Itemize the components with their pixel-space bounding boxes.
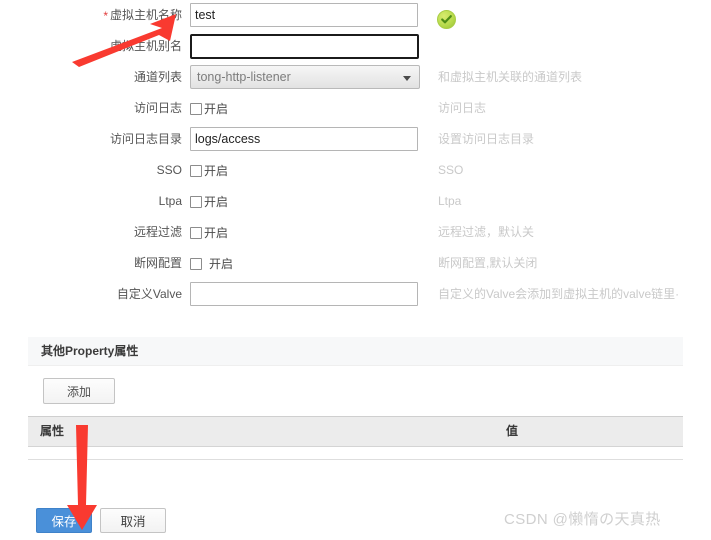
label-custom-valve: 自定义Valve	[116, 287, 182, 301]
form-row-sso: SSO 开启 SSO	[0, 155, 711, 186]
hint-remote-filter: 远程过滤，默认关	[438, 225, 535, 239]
form-row-access-log: 访问日志 开启 访问日志	[0, 93, 711, 124]
remote-filter-checkbox-label: 开启	[204, 226, 229, 240]
access-log-checkbox-wrap[interactable]: 开启	[190, 93, 228, 124]
label-host-alias: 虚拟主机别名	[109, 39, 182, 53]
access-log-checkbox[interactable]	[190, 102, 202, 115]
hint-ltpa: Ltpa	[438, 194, 462, 208]
form-row-access-log-dir: 访问日志目录 设置访问日志目录	[0, 124, 711, 155]
field-access-log-dir	[190, 124, 418, 155]
hint-listener-list: 和虚拟主机关联的通道列表	[438, 70, 583, 84]
label-remote-filter: 远程过滤	[133, 225, 182, 239]
hint-offline-config: 断网配置,默认关闭	[438, 256, 538, 270]
listener-list-select[interactable]: tong-http-listener	[190, 65, 420, 89]
offline-config-checkbox[interactable]	[190, 257, 202, 270]
form-row-offline-config: 断网配置 开启 断网配置,默认关闭	[0, 248, 711, 279]
required-marker-icon: *	[103, 9, 108, 23]
form-row-host-alias: 虚拟主机别名	[0, 31, 711, 62]
ltpa-checkbox-label: 开启	[204, 195, 229, 209]
label-access-log-dir: 访问日志目录	[109, 132, 182, 146]
hint-access-log-dir: 设置访问日志目录	[438, 132, 535, 146]
watermark-text: CSDN @懒惰の天真热	[504, 511, 661, 528]
property-table-header: 属性 值	[28, 416, 683, 447]
remote-filter-checkbox[interactable]	[190, 226, 202, 239]
ltpa-checkbox[interactable]	[190, 195, 202, 208]
field-remote-filter: 开启	[190, 217, 228, 248]
label-host-name: * 虚拟主机名称	[103, 8, 182, 23]
field-access-log: 开启	[190, 93, 228, 124]
form-row-remote-filter: 远程过滤 开启 远程过滤，默认关	[0, 217, 711, 248]
sso-checkbox[interactable]	[190, 164, 202, 177]
field-listener-list: tong-http-listener	[190, 62, 420, 93]
listener-list-selected-value: tong-http-listener	[197, 70, 291, 84]
column-header-attribute: 属性	[40, 424, 65, 438]
label-access-log: 访问日志	[133, 101, 182, 115]
access-log-dir-input[interactable]	[190, 127, 418, 151]
field-host-name	[190, 0, 418, 31]
sso-checkbox-wrap[interactable]: 开启	[190, 155, 228, 186]
field-ltpa: 开启	[190, 186, 228, 217]
label-listener-list: 通道列表	[133, 70, 182, 84]
hint-access-log: 访问日志	[438, 101, 487, 115]
label-ltpa: Ltpa	[158, 194, 182, 208]
property-table-body	[28, 447, 683, 460]
field-offline-config: 开启	[190, 248, 233, 279]
property-section-title: 其他Property属性	[41, 344, 139, 358]
label-offline-config: 断网配置	[133, 256, 182, 270]
remote-filter-checkbox-wrap[interactable]: 开启	[190, 217, 228, 248]
field-host-alias	[190, 31, 419, 62]
custom-valve-input[interactable]	[190, 282, 418, 306]
offline-config-checkbox-wrap[interactable]: 开启	[190, 248, 233, 279]
label-sso: SSO	[156, 163, 182, 177]
property-table: 属性 值	[28, 416, 683, 460]
form-row-ltpa: Ltpa 开启 Ltpa	[0, 186, 711, 217]
sso-checkbox-label: 开启	[204, 164, 229, 178]
column-header-value: 值	[506, 424, 519, 438]
save-button[interactable]: 保存	[36, 508, 92, 533]
hint-sso: SSO	[438, 163, 464, 177]
hint-custom-valve: 自定义的Valve会添加到虚拟主机的valve链里·	[438, 287, 680, 301]
host-alias-input[interactable]	[190, 34, 419, 59]
form-row-host-name: * 虚拟主机名称	[0, 0, 711, 31]
virtual-host-form: *虚拟主机名称 虚拟主机别名 通道列表 tong-http-listener 和…	[0, 0, 711, 310]
access-log-checkbox-label: 开启	[204, 102, 229, 116]
field-custom-valve	[190, 279, 418, 310]
field-sso: 开启	[190, 155, 228, 186]
host-name-input[interactable]	[190, 3, 418, 27]
offline-config-checkbox-label: 开启	[209, 257, 234, 271]
form-row-listener-list: 通道列表 tong-http-listener 和虚拟主机关联的通道列表	[0, 62, 711, 93]
ltpa-checkbox-wrap[interactable]: 开启	[190, 186, 228, 217]
property-section-header: 其他Property属性	[28, 337, 683, 366]
chevron-down-icon	[403, 76, 411, 81]
cancel-button[interactable]: 取消	[100, 508, 166, 533]
form-row-custom-valve: 自定义Valve 自定义的Valve会添加到虚拟主机的valve链里·	[0, 279, 711, 310]
add-property-button[interactable]: 添加	[43, 378, 115, 404]
check-circle-icon	[437, 10, 456, 29]
